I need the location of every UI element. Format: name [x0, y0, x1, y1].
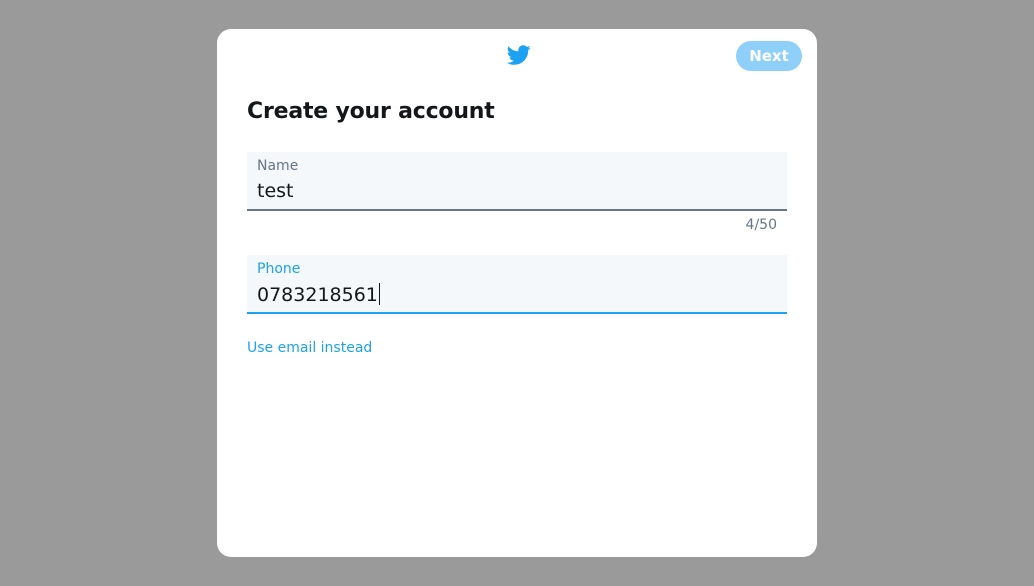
phone-input-wrapper[interactable]: 0783218561 — [257, 283, 380, 306]
name-character-counter: 4/50 — [745, 217, 777, 233]
phone-input[interactable]: 0783218561 — [257, 284, 378, 306]
name-field[interactable]: Name test — [247, 152, 787, 211]
next-button[interactable]: Next — [736, 41, 802, 71]
text-caret — [378, 283, 380, 305]
twitter-bird-icon — [506, 45, 531, 65]
name-field-label: Name — [257, 158, 299, 174]
phone-field-label: Phone — [257, 261, 301, 277]
phone-field[interactable]: Phone 0783218561 — [247, 255, 787, 314]
use-email-instead-link[interactable]: Use email instead — [247, 340, 372, 356]
signup-modal: Next Create your account Name test 4/50 … — [217, 29, 817, 557]
name-input[interactable]: test — [257, 180, 294, 202]
page-title: Create your account — [247, 99, 495, 124]
